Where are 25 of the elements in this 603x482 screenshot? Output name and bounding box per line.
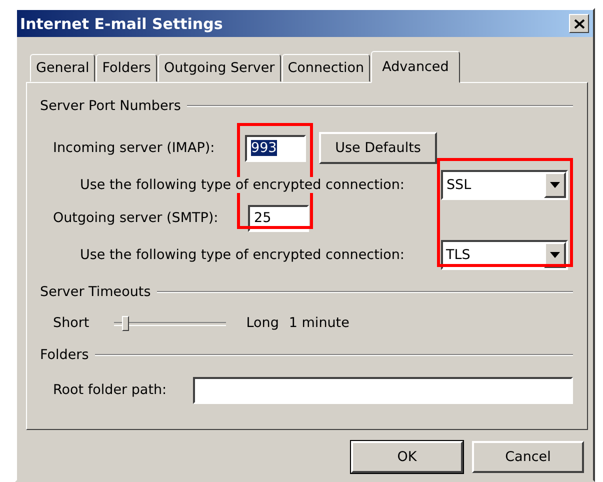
port-value: 993	[251, 140, 277, 156]
field-label: Incoming server (IMAP):	[53, 140, 216, 156]
encryption-dropdown[interactable]: SSL	[441, 170, 568, 200]
dialog-button[interactable]: OK	[351, 441, 463, 473]
slider-max-label: Long	[246, 315, 279, 331]
port-input[interactable]: 993	[245, 134, 306, 162]
encryption-dropdown[interactable]: TLS	[441, 240, 568, 270]
tab[interactable]: Folders	[96, 54, 157, 82]
group-title: Server Timeouts	[40, 284, 151, 300]
tab[interactable]: General	[30, 54, 96, 82]
group-title: Folders	[40, 347, 89, 363]
field-label: Outgoing server (SMTP):	[53, 210, 220, 226]
tab[interactable]: Outgoing Server	[158, 54, 281, 82]
port-value: 25	[254, 210, 272, 226]
use-defaults-button[interactable]: Use Defaults	[319, 132, 437, 164]
tab[interactable]: Advanced	[371, 51, 460, 83]
dialog-button[interactable]: Cancel	[472, 441, 584, 473]
slider-min-label: Short	[53, 315, 90, 331]
timeout-reading: 1 minute	[288, 315, 350, 331]
field-label: Root folder path:	[53, 382, 168, 398]
tab[interactable]: Connection	[282, 54, 370, 82]
window-title: Internet E-mail Settings	[20, 14, 223, 32]
field-label: Use the following type of encrypted connection:	[80, 247, 406, 263]
field-label: Use the following type of encrypted connection:	[80, 177, 404, 193]
group-title: Server Port Numbers	[40, 98, 181, 114]
